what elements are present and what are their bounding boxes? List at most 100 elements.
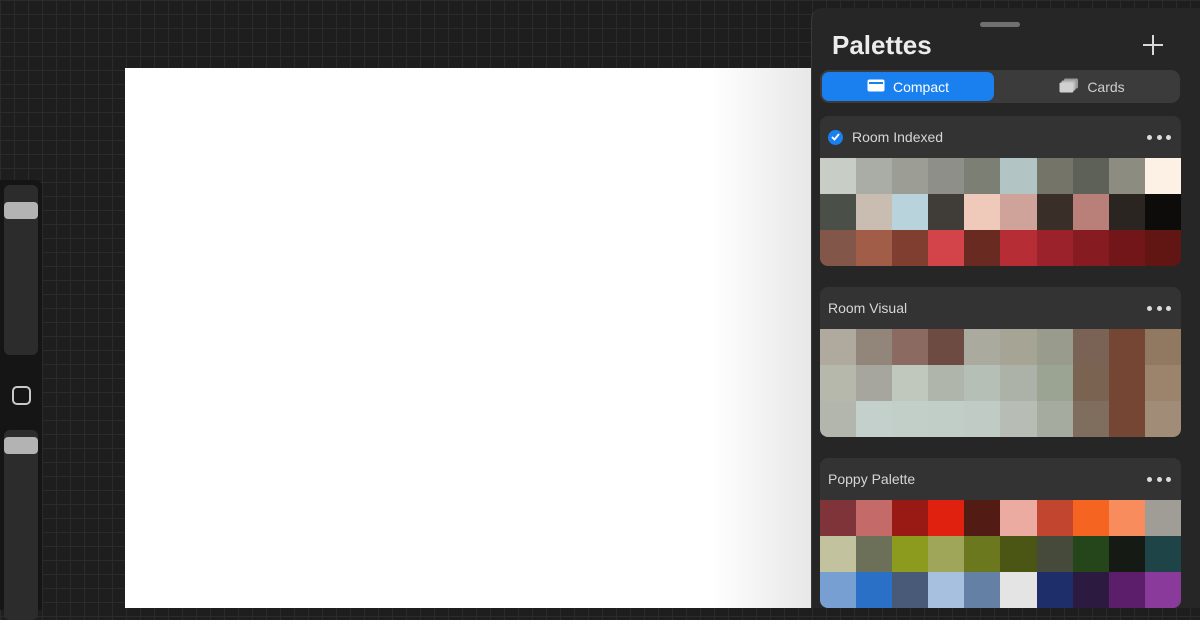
color-swatch[interactable] — [964, 230, 1001, 266]
color-swatch[interactable] — [892, 158, 929, 194]
color-swatch[interactable] — [856, 329, 893, 365]
opacity-slider[interactable] — [4, 430, 38, 620]
color-swatch[interactable] — [1108, 158, 1145, 194]
color-swatch[interactable] — [1072, 158, 1109, 194]
add-palette-button[interactable] — [1142, 34, 1164, 56]
color-swatch[interactable] — [820, 536, 857, 572]
color-swatch[interactable] — [964, 365, 1001, 401]
compact-view-button[interactable]: Compact — [822, 72, 994, 101]
color-swatch[interactable] — [892, 401, 929, 437]
palette-room-visual[interactable]: Room Visual — [820, 287, 1181, 437]
color-swatch[interactable] — [1072, 536, 1109, 572]
more-options-icon[interactable] — [1147, 128, 1171, 146]
color-swatch[interactable] — [1108, 572, 1145, 608]
color-swatch[interactable] — [1036, 365, 1073, 401]
color-swatch[interactable] — [1036, 401, 1073, 437]
modify-button[interactable] — [12, 386, 31, 405]
color-swatch[interactable] — [1000, 230, 1037, 266]
color-swatch[interactable] — [1000, 401, 1037, 437]
color-swatch[interactable] — [928, 365, 965, 401]
color-swatch[interactable] — [1144, 194, 1181, 230]
color-swatch[interactable] — [1108, 194, 1145, 230]
color-swatch[interactable] — [1144, 401, 1181, 437]
color-swatch[interactable] — [964, 500, 1001, 536]
color-swatch[interactable] — [928, 572, 965, 608]
color-swatch[interactable] — [1072, 572, 1109, 608]
color-swatch[interactable] — [820, 158, 857, 194]
palette-header[interactable]: Poppy Palette — [820, 458, 1181, 500]
color-swatch[interactable] — [1036, 536, 1073, 572]
color-swatch[interactable] — [1108, 536, 1145, 572]
color-swatch[interactable] — [1144, 572, 1181, 608]
color-swatch[interactable] — [1036, 194, 1073, 230]
color-swatch[interactable] — [892, 329, 929, 365]
color-swatch[interactable] — [928, 230, 965, 266]
color-swatch[interactable] — [1036, 500, 1073, 536]
cards-view-button[interactable]: Cards — [1006, 72, 1178, 101]
color-swatch[interactable] — [964, 158, 1001, 194]
color-swatch[interactable] — [1036, 329, 1073, 365]
palette-header[interactable]: Room Indexed — [820, 116, 1181, 158]
color-swatch[interactable] — [1072, 230, 1109, 266]
color-swatch[interactable] — [856, 572, 893, 608]
more-options-icon[interactable] — [1147, 470, 1171, 488]
color-swatch[interactable] — [1000, 365, 1037, 401]
opacity-thumb[interactable] — [4, 437, 38, 454]
color-swatch[interactable] — [856, 401, 893, 437]
color-swatch[interactable] — [964, 572, 1001, 608]
color-swatch[interactable] — [1000, 500, 1037, 536]
color-swatch[interactable] — [928, 401, 965, 437]
color-swatch[interactable] — [892, 500, 929, 536]
color-swatch[interactable] — [1108, 329, 1145, 365]
color-swatch[interactable] — [856, 230, 893, 266]
color-swatch[interactable] — [1000, 158, 1037, 194]
color-swatch[interactable] — [892, 365, 929, 401]
color-swatch[interactable] — [1036, 230, 1073, 266]
color-swatch[interactable] — [1144, 329, 1181, 365]
more-options-icon[interactable] — [1147, 299, 1171, 317]
color-swatch[interactable] — [820, 401, 857, 437]
color-swatch[interactable] — [1144, 500, 1181, 536]
color-swatch[interactable] — [820, 329, 857, 365]
palette-header[interactable]: Room Visual — [820, 287, 1181, 329]
color-swatch[interactable] — [964, 194, 1001, 230]
color-swatch[interactable] — [928, 194, 965, 230]
color-swatch[interactable] — [892, 536, 929, 572]
color-swatch[interactable] — [928, 158, 965, 194]
color-swatch[interactable] — [964, 401, 1001, 437]
color-swatch[interactable] — [1000, 536, 1037, 572]
color-swatch[interactable] — [1000, 329, 1037, 365]
drawing-canvas[interactable] — [125, 68, 815, 608]
color-swatch[interactable] — [1072, 329, 1109, 365]
color-swatch[interactable] — [1144, 365, 1181, 401]
color-swatch[interactable] — [1108, 401, 1145, 437]
color-swatch[interactable] — [820, 572, 857, 608]
color-swatch[interactable] — [820, 230, 857, 266]
color-swatch[interactable] — [1072, 500, 1109, 536]
color-swatch[interactable] — [1000, 194, 1037, 230]
palette-room-indexed[interactable]: Room Indexed — [820, 116, 1181, 266]
color-swatch[interactable] — [1072, 194, 1109, 230]
color-swatch[interactable] — [1108, 500, 1145, 536]
panel-grabber[interactable] — [980, 22, 1020, 27]
color-swatch[interactable] — [964, 329, 1001, 365]
color-swatch[interactable] — [1072, 365, 1109, 401]
brush-size-thumb[interactable] — [4, 202, 38, 219]
color-swatch[interactable] — [928, 329, 965, 365]
color-swatch[interactable] — [892, 194, 929, 230]
color-swatch[interactable] — [1072, 401, 1109, 437]
color-swatch[interactable] — [856, 365, 893, 401]
color-swatch[interactable] — [820, 194, 857, 230]
color-swatch[interactable] — [856, 500, 893, 536]
color-swatch[interactable] — [1000, 572, 1037, 608]
palette-poppy[interactable]: Poppy Palette — [820, 458, 1181, 608]
color-swatch[interactable] — [856, 158, 893, 194]
color-swatch[interactable] — [928, 500, 965, 536]
color-swatch[interactable] — [928, 536, 965, 572]
color-swatch[interactable] — [856, 194, 893, 230]
color-swatch[interactable] — [1144, 230, 1181, 266]
color-swatch[interactable] — [892, 572, 929, 608]
color-swatch[interactable] — [820, 365, 857, 401]
color-swatch[interactable] — [964, 536, 1001, 572]
color-swatch[interactable] — [892, 230, 929, 266]
